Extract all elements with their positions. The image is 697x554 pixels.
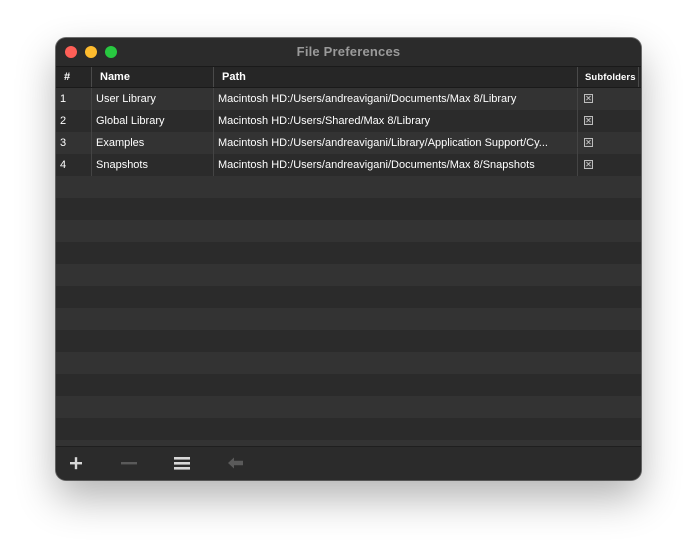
empty-table-row [56,308,641,330]
remove-path-button[interactable] [118,453,140,473]
minus-icon [121,462,137,465]
table-header: # Name Path Subfolders [56,67,641,88]
row-path[interactable]: Macintosh HD:/Users/andreavigani/Documen… [214,154,578,176]
empty-table-row [56,286,641,308]
add-path-button[interactable] [65,453,87,473]
row-name[interactable]: Snapshots [92,154,214,176]
title-bar[interactable]: File Preferences [56,38,641,67]
table-body: 1 User Library Macintosh HD:/Users/andre… [56,88,641,447]
subfolders-cell: ✕ [578,88,639,110]
plus-icon [70,457,82,470]
row-path[interactable]: Macintosh HD:/Users/Shared/Max 8/Library [214,110,578,132]
empty-table-row [56,352,641,374]
empty-table-row [56,176,641,198]
file-preferences-window: File Preferences # Name Path Subfolders … [56,38,641,480]
row-path[interactable]: Macintosh HD:/Users/andreavigani/Documen… [214,88,578,110]
reveal-path-button[interactable] [225,453,247,473]
bottom-toolbar [56,446,641,480]
column-header-path[interactable]: Path [214,67,578,87]
row-number: 1 [56,88,92,110]
table-row[interactable]: 3 Examples Macintosh HD:/Users/andreavig… [56,132,641,154]
row-name[interactable]: Global Library [92,110,214,132]
subfolders-cell: ✕ [578,110,639,132]
empty-rows [56,176,641,447]
table-row[interactable]: 4 Snapshots Macintosh HD:/Users/andreavi… [56,154,641,176]
empty-table-row [56,220,641,242]
row-name[interactable]: Examples [92,132,214,154]
table-row[interactable]: 1 User Library Macintosh HD:/Users/andre… [56,88,641,110]
column-header-subfolders[interactable]: Subfolders [578,67,639,87]
empty-table-row [56,396,641,418]
column-header-number[interactable]: # [56,67,92,87]
file-paths-table: # Name Path Subfolders 1 User Library Ma… [56,67,641,447]
column-header-name[interactable]: Name [92,67,214,87]
subfolders-cell: ✕ [578,154,639,176]
arrow-left-icon [228,457,243,469]
list-icon [174,457,190,470]
subfolders-cell: ✕ [578,132,639,154]
empty-table-row [56,374,641,396]
window-title: File Preferences [296,44,401,59]
subfolders-checkbox[interactable]: ✕ [584,160,593,169]
empty-table-row [56,418,641,440]
row-number: 3 [56,132,92,154]
subfolders-checkbox[interactable]: ✕ [584,138,593,147]
subfolders-checkbox[interactable]: ✕ [584,94,593,103]
empty-table-row [56,264,641,286]
row-number: 2 [56,110,92,132]
empty-table-row [56,242,641,264]
row-path[interactable]: Macintosh HD:/Users/andreavigani/Library… [214,132,578,154]
row-name[interactable]: User Library [92,88,214,110]
row-number: 4 [56,154,92,176]
options-menu-button[interactable] [171,453,193,473]
subfolders-checkbox[interactable]: ✕ [584,116,593,125]
empty-table-row [56,198,641,220]
table-row[interactable]: 2 Global Library Macintosh HD:/Users/Sha… [56,110,641,132]
empty-table-row [56,330,641,352]
